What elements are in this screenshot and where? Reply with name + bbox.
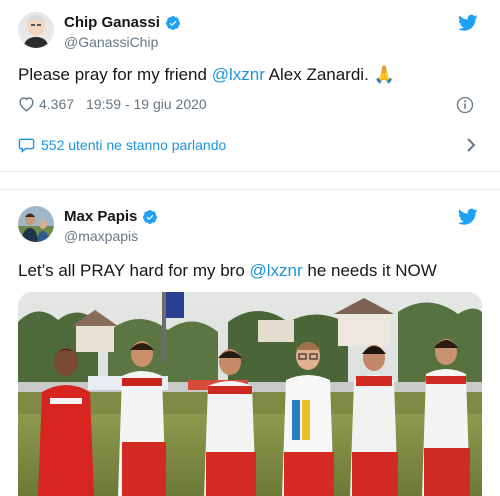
tweet-text-part: Let’s all PRAY hard for my bro: [18, 261, 250, 280]
tweet-card-chip-ganassi[interactable]: Chip Ganassi @GanassiChip Please pray fo…: [0, 0, 500, 172]
verified-badge-icon: [165, 15, 180, 30]
timeline-separator: [0, 172, 500, 190]
like-count[interactable]: 4.367: [39, 96, 74, 112]
tweet-text-part: Please pray for my friend: [18, 65, 212, 84]
conversation-link[interactable]: 552 utenti ne stanno parlando: [18, 134, 482, 156]
chevron-right-icon[interactable]: [464, 137, 478, 153]
tweet-text: Please pray for my friend @lxznr Alex Za…: [18, 64, 395, 86]
author-name[interactable]: Chip Ganassi: [64, 14, 160, 31]
tweet-text: Let’s all PRAY hard for my bro @lxznr he…: [18, 260, 437, 282]
twitter-bird-icon[interactable]: [458, 14, 478, 32]
tweet-photo[interactable]: [18, 292, 482, 496]
author-handle[interactable]: @GanassiChip: [64, 34, 158, 50]
author-handle[interactable]: @maxpapis: [64, 228, 138, 244]
avatar-max-papis[interactable]: [18, 206, 54, 242]
mention-link[interactable]: @lxznr: [212, 65, 265, 84]
heart-icon[interactable]: [18, 96, 35, 112]
tweet-meta: 4.367 19:59 - 19 giu 2020: [18, 96, 207, 112]
speech-bubble-icon: [18, 138, 35, 153]
photo-image: [18, 292, 482, 496]
tweet-timestamp[interactable]: 19:59 - 19 giu 2020: [86, 96, 207, 112]
tweet-card-max-papis[interactable]: Max Papis @maxpapis Let’s all PRAY hard …: [0, 190, 500, 496]
verified-badge-icon: [143, 209, 158, 224]
mention-link[interactable]: @lxznr: [250, 261, 303, 280]
twitter-bird-icon[interactable]: [458, 208, 478, 226]
info-icon[interactable]: [456, 96, 474, 114]
conversation-count-label[interactable]: 552 utenti ne stanno parlando: [41, 137, 226, 153]
avatar-chip-ganassi[interactable]: [18, 12, 54, 48]
tweet-text-part: he needs it NOW: [302, 261, 437, 280]
author-name[interactable]: Max Papis: [64, 208, 137, 225]
tweet-text-part: Alex Zanardi.: [264, 65, 374, 84]
pray-emoji-icon: 🙏: [373, 65, 395, 84]
